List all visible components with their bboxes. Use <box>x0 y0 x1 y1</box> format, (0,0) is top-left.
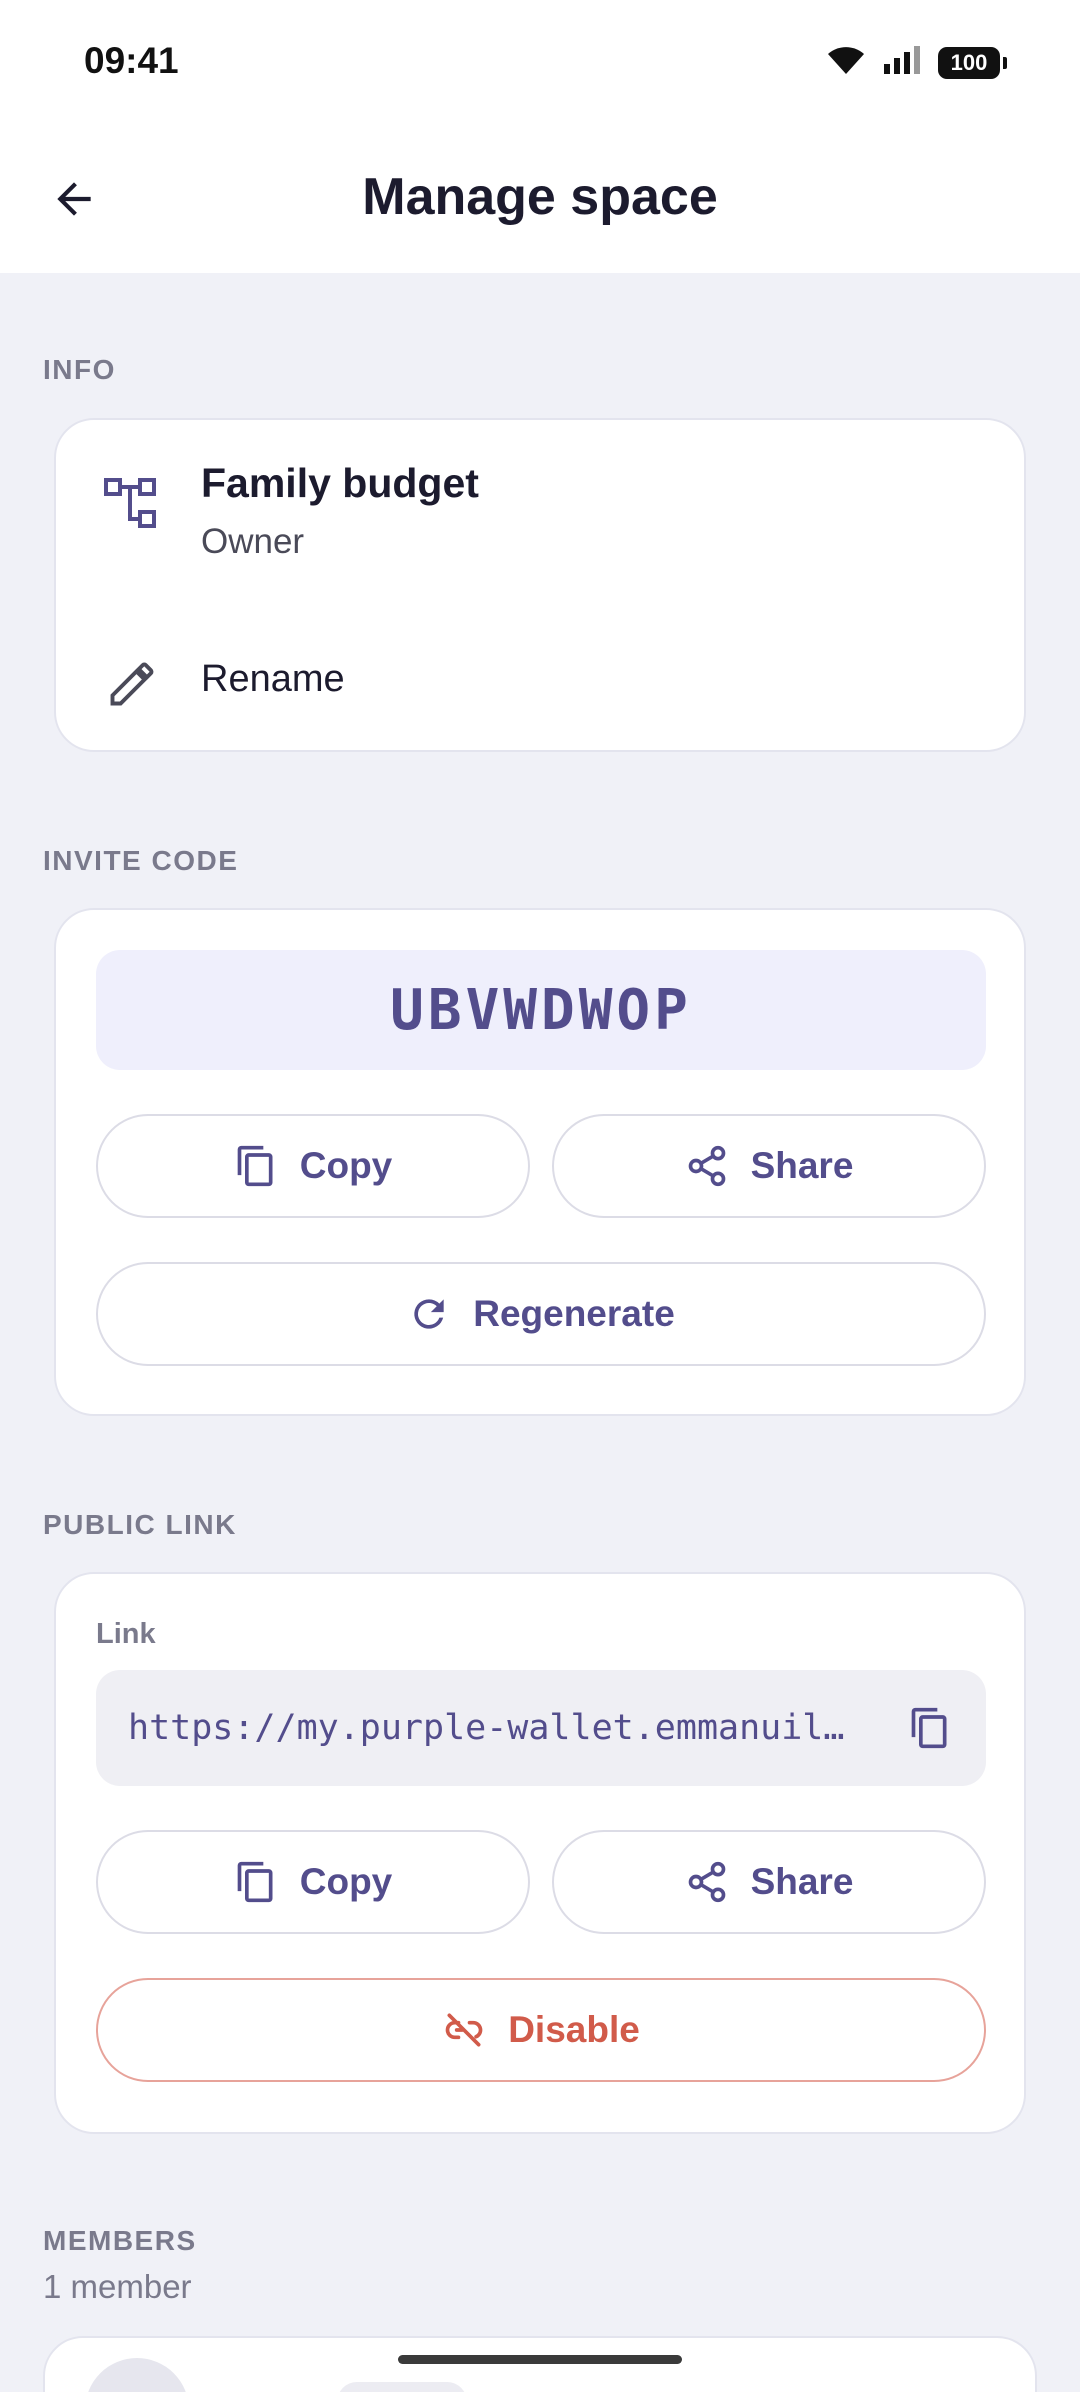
members-count: 1 member <box>43 2268 192 2305</box>
home-indicator <box>398 2355 682 2364</box>
regenerate-label: Regenerate <box>473 1293 675 1334</box>
app-bar: Manage space <box>0 125 1080 273</box>
section-label-members: MEMBERS <box>43 2225 197 2256</box>
copy-code-button[interactable]: Copy <box>96 1114 530 1218</box>
link-url: https://my.purple-wallet.emmanuil… <box>128 1708 845 1748</box>
copy-icon <box>237 1861 273 1903</box>
copy-icon <box>237 1145 273 1187</box>
status-time: 09:41 <box>84 40 179 81</box>
copy-icon <box>911 1707 947 1749</box>
wifi-icon <box>826 44 866 81</box>
page-title: Manage space <box>362 168 718 226</box>
pencil-icon <box>100 652 164 716</box>
copy-link-label: Copy <box>299 1861 393 1902</box>
member-badge <box>337 2382 467 2392</box>
link-field[interactable]: https://my.purple-wallet.emmanuil… <box>96 1670 986 1786</box>
share-link-button[interactable]: Share <box>552 1830 986 1934</box>
section-label-info: INFO <box>43 354 116 385</box>
share-code-button[interactable]: Share <box>552 1114 986 1218</box>
disable-link-label: Disable <box>508 2009 640 2050</box>
copy-link-button[interactable]: Copy <box>96 1830 530 1934</box>
member-row[interactable] <box>43 2336 1037 2392</box>
space-name: Family budget <box>201 460 479 506</box>
link-field-label: Link <box>96 1618 156 1650</box>
link-off-icon <box>445 2013 483 2047</box>
public-link-card: Link https://my.purple-wallet.emmanuil… … <box>54 1572 1026 2134</box>
avatar <box>85 2358 189 2392</box>
copy-code-label: Copy <box>299 1145 393 1186</box>
signal-icon <box>882 44 922 81</box>
share-code-label: Share <box>750 1145 854 1186</box>
info-card: Family budget Owner Rename <box>54 418 1026 752</box>
share-link-label: Share <box>750 1861 854 1902</box>
invite-card: UBVWDWOP Copy Share Regenerate <box>54 908 1026 1416</box>
section-label-public-link: PUBLIC LINK <box>43 1509 237 1540</box>
invite-code: UBVWDWOP <box>96 950 986 1070</box>
section-label-invite-code: INVITE CODE <box>43 845 239 876</box>
link-copy-button[interactable] <box>904 1702 956 1754</box>
rename-label: Rename <box>201 658 345 700</box>
status-icons: 100 <box>826 44 1007 81</box>
regenerate-button[interactable]: Regenerate <box>96 1262 986 1366</box>
share-icon <box>688 1861 725 1903</box>
space-role: Owner <box>201 522 305 561</box>
share-icon <box>688 1145 725 1187</box>
refresh-icon <box>414 1299 444 1329</box>
status-bar: 09:41 100 <box>0 0 1080 125</box>
disable-link-button[interactable]: Disable <box>96 1978 986 2082</box>
battery-icon: 100 <box>938 46 1007 79</box>
space-icon <box>100 472 164 536</box>
